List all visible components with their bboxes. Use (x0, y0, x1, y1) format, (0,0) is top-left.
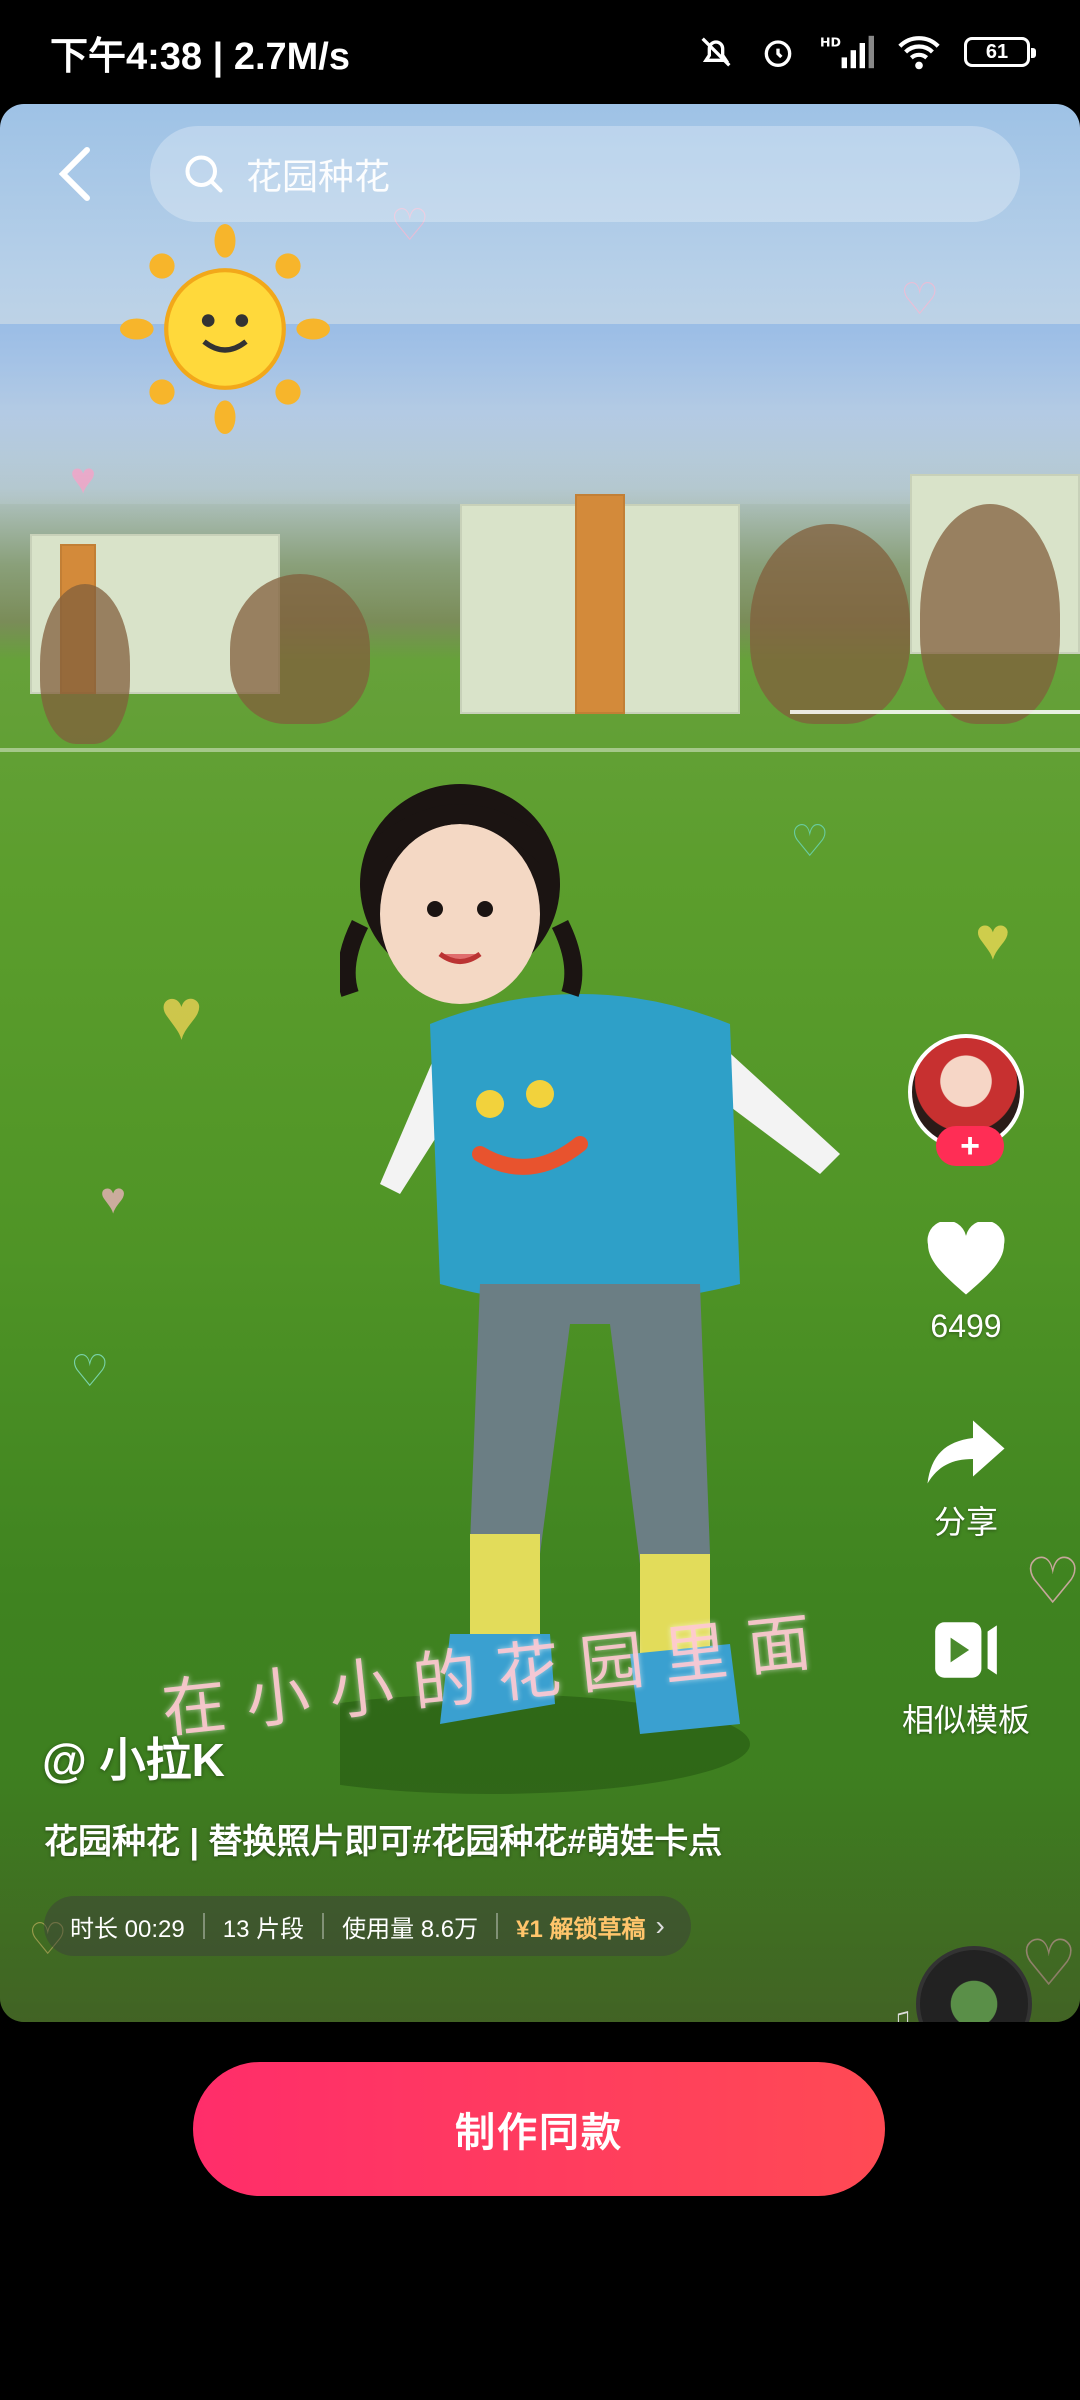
heart-sticker-icon: ♥ (100, 1174, 127, 1223)
unlock-draft[interactable]: ¥1 解锁草稿 (516, 1909, 645, 1944)
search-box[interactable]: 花园种花 (150, 126, 1020, 222)
status-bar: 下午4:38 | 2.7M/s HD 61 (0, 0, 1080, 104)
share-arrow-icon (927, 1420, 1005, 1484)
like-button[interactable]: 6499 (924, 1222, 1008, 1345)
wifi-icon (898, 36, 940, 70)
usage-count: 使用量 8.6万 (342, 1915, 479, 1943)
heart-sticker-icon: ♥ (160, 975, 203, 1055)
alarm-icon (764, 40, 792, 67)
hd-signal-icon: HD (820, 35, 874, 69)
battery-icon: 61 (964, 37, 1036, 67)
duration: 时长 00:29 (70, 1915, 185, 1943)
template-meta[interactable]: 时长 00:29 13 片段 使用量 8.6万 ¥1 解锁草稿 › (44, 1896, 691, 1956)
sun-sticker-icon (120, 224, 330, 434)
back-arrow-icon (58, 147, 90, 201)
top-bar: 花园种花 (0, 124, 1080, 224)
status-icons: HD 61 (696, 32, 1036, 72)
search-query: 花园种花 (246, 156, 391, 197)
chevron-right-icon: › (655, 1910, 665, 1941)
similar-templates-button[interactable]: 相似模板 (902, 1615, 1030, 1741)
back-button[interactable] (0, 124, 150, 224)
follow-button[interactable]: + (936, 1126, 1004, 1166)
heart-sticker-icon: ♥ (70, 454, 97, 503)
side-actions: + 6499 分享 相似模板 (896, 1034, 1036, 1741)
heart-sticker-icon: ♡ (900, 275, 940, 324)
status-time: 下午4:38 (50, 35, 203, 78)
author-name[interactable]: @ 小拉K (42, 1724, 225, 1790)
search-icon (185, 155, 223, 193)
video-title: 花园种花 | 替换照片即可#花园种花#萌娃卡点 (44, 1823, 723, 1861)
segment-count: 13 片段 (222, 1915, 305, 1943)
svg-text:HD: HD (820, 35, 841, 50)
network-speed: 2.7M/s (233, 35, 350, 78)
template-play-icon (935, 1622, 997, 1678)
share-label: 分享 (933, 1504, 998, 1540)
heart-sticker-icon: ♥ (975, 905, 1011, 972)
like-count: 6499 (930, 1308, 1002, 1344)
heart-sticker-icon: ♡ (70, 1347, 110, 1396)
share-button[interactable]: 分享 (924, 1417, 1008, 1543)
mute-bell-icon (701, 37, 731, 67)
music-note-icon: ♫ (889, 2002, 913, 2022)
similar-templates-label: 相似模板 (901, 1702, 1030, 1738)
author-avatar[interactable]: + (908, 1034, 1024, 1166)
make-same-button[interactable]: 制作同款 (193, 2062, 885, 2196)
video-player[interactable]: ♡ ♡ ♥ ♡ ♥ ♥ ♥ ♡ ♡ ♡ ♡ 在小小的花园里面 (0, 104, 1080, 2022)
heart-icon (927, 1222, 1005, 1295)
status-left: 下午4:38 | 2.7M/s (50, 35, 350, 78)
